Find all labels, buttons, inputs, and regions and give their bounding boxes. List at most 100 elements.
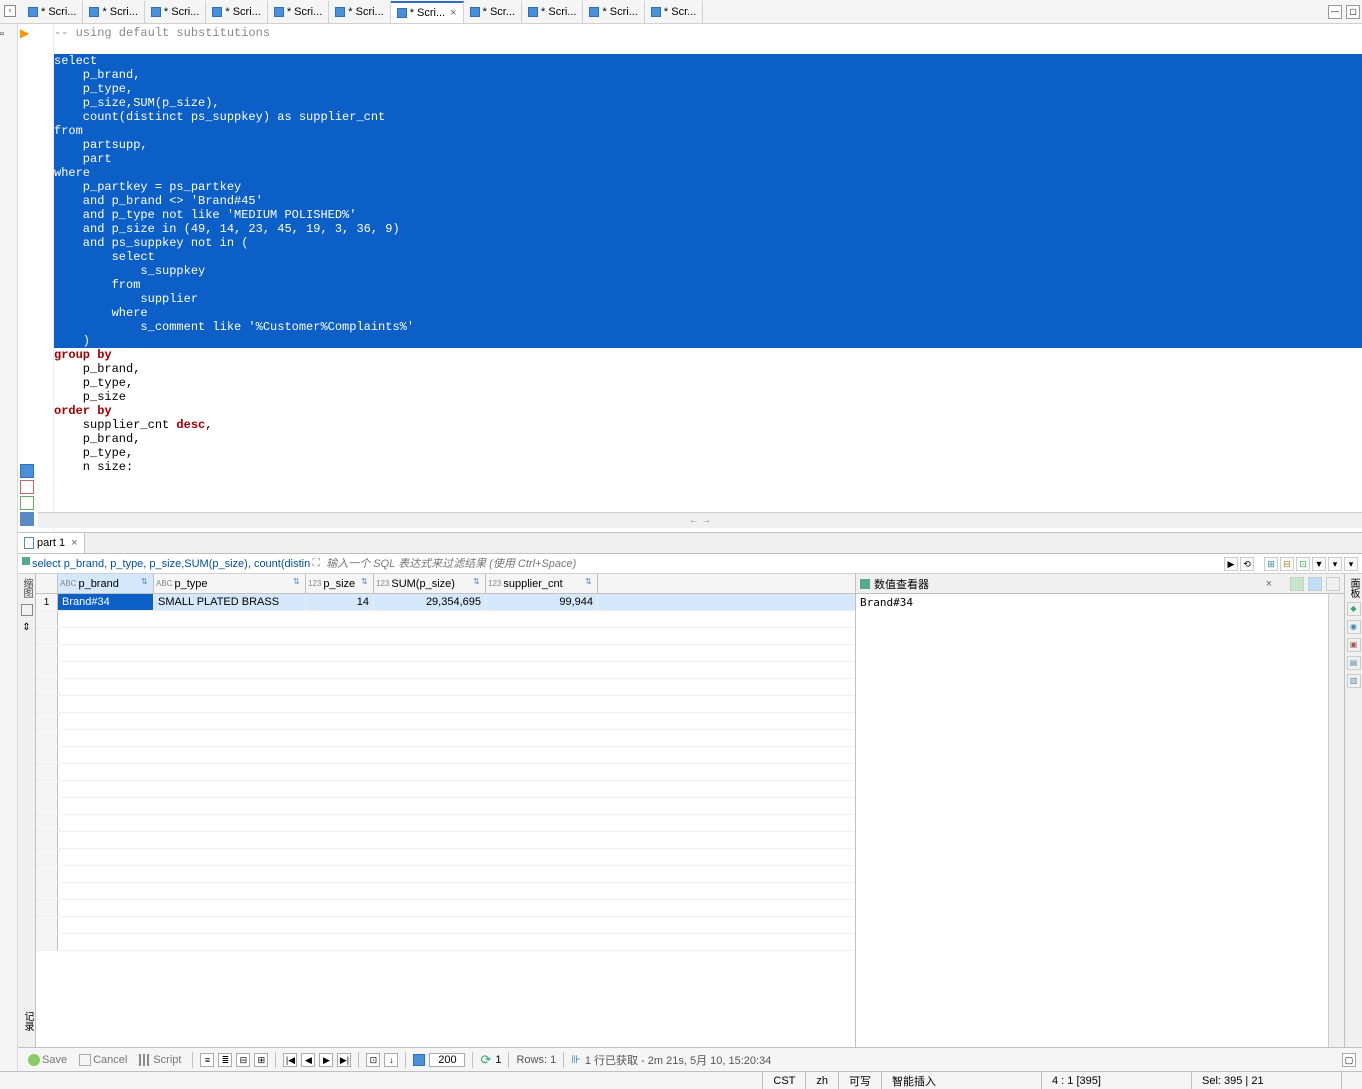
code-line: select <box>54 250 1362 264</box>
cell[interactable]: 99,944 <box>486 594 598 610</box>
type-icon: ABC <box>156 579 172 588</box>
thumbnail-tab[interactable]: 缩图 <box>19 578 34 598</box>
panel-tab[interactable]: 面板 <box>1346 578 1361 598</box>
cell[interactable]: Brand#34 <box>58 594 154 610</box>
gear-icon[interactable] <box>20 464 34 478</box>
vv-mode-button[interactable] <box>1326 577 1340 591</box>
lang-label[interactable]: zh <box>805 1072 838 1089</box>
column-header-sumpsize[interactable]: 123SUM(p_size)⇅ <box>374 574 486 593</box>
empty-row <box>36 611 855 628</box>
code-line: part <box>54 152 1362 166</box>
maximize-panel-button[interactable]: ▢ <box>1342 1053 1356 1067</box>
page-icon[interactable] <box>20 496 34 510</box>
filter-icon[interactable]: ⇅ <box>361 577 371 587</box>
vv-config-button[interactable] <box>1308 577 1322 591</box>
editor-tab-7[interactable]: * Scr... <box>464 1 522 23</box>
type-icon: ABC <box>60 579 76 588</box>
panel-config-button[interactable]: ▾ <box>1328 557 1342 571</box>
minimize-view-button[interactable]: ▫ <box>4 5 16 17</box>
panel-icon[interactable]: ◉ <box>1347 620 1361 634</box>
result-tab-part1[interactable]: part 1 × <box>18 533 85 553</box>
vertical-scrollbar[interactable] <box>1328 594 1344 1047</box>
panel-icon[interactable]: ◆ <box>1347 602 1361 616</box>
filter-icon[interactable]: ⇅ <box>141 577 151 587</box>
close-icon[interactable]: × <box>71 537 77 549</box>
script-icon <box>28 7 38 17</box>
arrows-icon[interactable]: ⇕ <box>22 622 30 633</box>
editor-tab-6[interactable]: * Scri...× <box>391 1 464 23</box>
editor-tab-10[interactable]: * Scr... <box>645 1 703 23</box>
apply-filter-button[interactable]: ▶ <box>1224 557 1238 571</box>
window-minimize-button[interactable]: — <box>1328 5 1342 19</box>
grid-icon[interactable] <box>20 512 34 526</box>
panel-icon[interactable]: ▥ <box>1347 674 1361 688</box>
editor-horizontal-scrollbar[interactable]: ← → <box>38 512 1362 528</box>
row-number[interactable]: 1 <box>36 594 58 610</box>
insert-mode-label[interactable]: 智能插入 <box>881 1072 1041 1089</box>
code-line: ) <box>54 334 1362 348</box>
column-header-ptype[interactable]: ABCp_type⇅ <box>154 574 306 593</box>
editor-tab-1[interactable]: * Scri... <box>83 1 144 23</box>
code-line: and p_size in (49, 14, 23, 45, 19, 3, 36… <box>54 222 1362 236</box>
panel-config-button[interactable]: ⊡ <box>1296 557 1310 571</box>
cell[interactable]: SMALL PLATED BRASS <box>154 594 306 610</box>
add-row-button[interactable]: ⊡ <box>366 1053 380 1067</box>
editor-tab-4[interactable]: * Scri... <box>268 1 329 23</box>
prev-page-button[interactable]: ◀ <box>301 1053 315 1067</box>
refresh-icon[interactable]: ⟳ <box>480 1052 491 1068</box>
edit-row-button[interactable]: ≣ <box>218 1053 232 1067</box>
filter-icon[interactable]: ⇅ <box>585 577 595 587</box>
column-header-pbrand[interactable]: ABCp_brand⇅ <box>58 574 154 593</box>
empty-row <box>36 798 855 815</box>
grid-icon[interactable] <box>21 604 33 616</box>
collapse-button[interactable]: ▫ <box>0 28 17 40</box>
timezone-label: CST <box>762 1072 805 1089</box>
cell[interactable]: 29,354,695 <box>374 594 486 610</box>
filter-icon[interactable]: ⇅ <box>473 577 483 587</box>
panel-icon[interactable]: ▤ <box>1347 656 1361 670</box>
panel-config-button[interactable]: ⊞ <box>1264 557 1278 571</box>
filter-input[interactable] <box>322 558 1224 570</box>
close-icon[interactable]: × <box>1266 578 1272 590</box>
vv-add-button[interactable] <box>1290 577 1304 591</box>
window-maximize-button[interactable]: ▢ <box>1346 5 1360 19</box>
rownum-header[interactable] <box>36 574 58 593</box>
next-page-button[interactable]: ▶ <box>319 1053 333 1067</box>
edit-row-button[interactable]: ≡ <box>200 1053 214 1067</box>
column-header-psize[interactable]: 123p_size⇅ <box>306 574 374 593</box>
gear-icon[interactable] <box>413 1054 425 1066</box>
value-viewer-body[interactable]: Brand#34 <box>856 594 1344 1047</box>
editor-tab-2[interactable]: * Scri... <box>145 1 206 23</box>
cell[interactable]: 14 <box>306 594 374 610</box>
panel-icon[interactable]: ▣ <box>1347 638 1361 652</box>
cancel-button[interactable]: Cancel <box>75 1054 131 1066</box>
page-size-input[interactable] <box>429 1053 465 1067</box>
table-row[interactable]: 1Brand#34SMALL PLATED BRASS1429,354,6959… <box>36 594 855 611</box>
save-button[interactable]: Save <box>24 1054 71 1066</box>
edit-row-button[interactable]: ⊟ <box>236 1053 250 1067</box>
code-area[interactable]: -- using default substitutions select p_… <box>54 24 1362 532</box>
editor-tab-3[interactable]: * Scri... <box>206 1 267 23</box>
last-page-button[interactable]: ▶| <box>337 1053 351 1067</box>
close-icon[interactable]: × <box>450 7 456 19</box>
clear-filter-button[interactable]: ⟲ <box>1240 557 1254 571</box>
panel-config-button[interactable]: ⊟ <box>1280 557 1294 571</box>
editor-tab-9[interactable]: * Scri... <box>583 1 644 23</box>
editor-tab-5[interactable]: * Scri... <box>329 1 390 23</box>
panel-config-button[interactable]: ▼ <box>1312 557 1326 571</box>
script-icon <box>651 7 661 17</box>
first-page-button[interactable]: |◀ <box>283 1053 297 1067</box>
grid-left-tabs: 缩图 ⇕ <box>18 574 36 1047</box>
panel-config-button[interactable]: ▾ <box>1344 557 1358 571</box>
column-header-suppliercnt[interactable]: 123supplier_cnt⇅ <box>486 574 598 593</box>
edit-row-button[interactable]: ⊞ <box>254 1053 268 1067</box>
editor-tab-8[interactable]: * Scri... <box>522 1 583 23</box>
export-button[interactable]: ↓ <box>384 1053 398 1067</box>
expand-icon[interactable]: ⛶ <box>310 557 322 570</box>
editor-tab-0[interactable]: * Scri... <box>22 1 83 23</box>
page-icon[interactable] <box>20 480 34 494</box>
filter-icon[interactable]: ⇅ <box>293 577 303 587</box>
record-tab[interactable]: 记录 <box>18 1007 36 1035</box>
script-button[interactable]: Script <box>135 1054 185 1066</box>
grid-body[interactable]: 1Brand#34SMALL PLATED BRASS1429,354,6959… <box>36 594 855 1047</box>
